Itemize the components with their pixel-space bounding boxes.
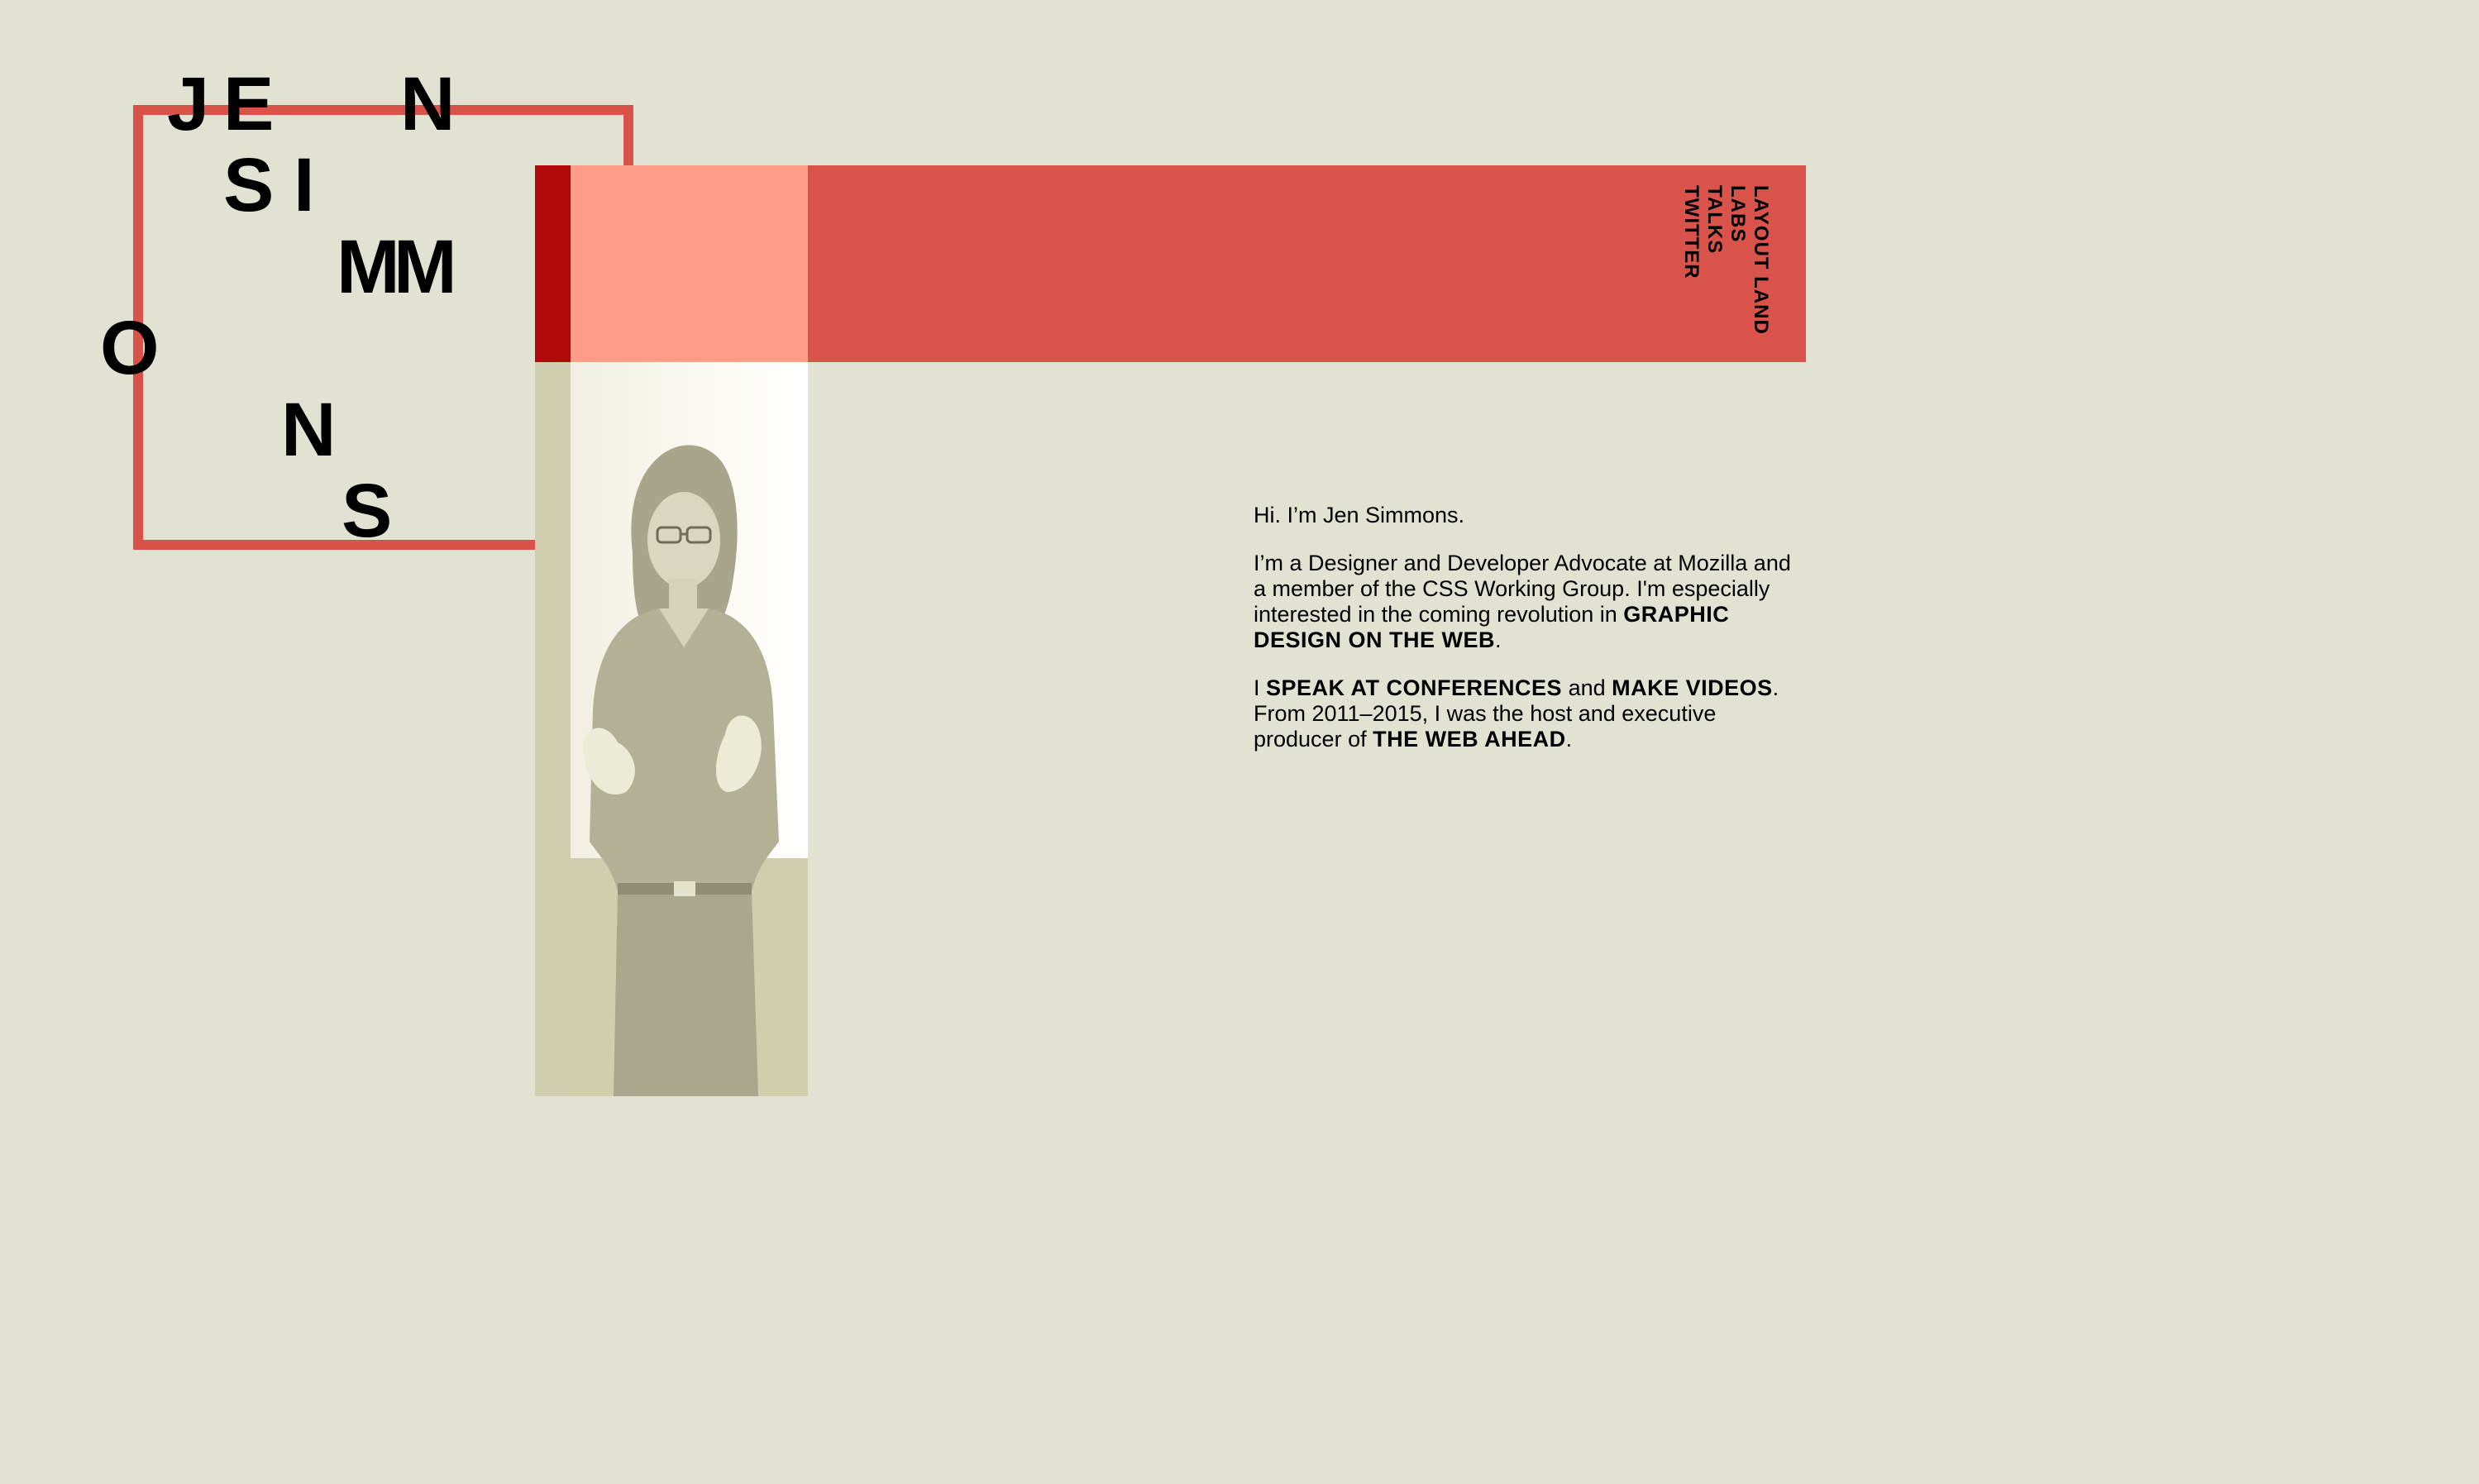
header-banner	[535, 165, 1806, 362]
logo-letter-i: I	[294, 143, 315, 227]
nav-item-talks[interactable]: TALKS	[1703, 185, 1726, 342]
logo-letter-e: E	[223, 62, 275, 146]
work-text-and: and	[1562, 675, 1612, 700]
logo-letter-m: M	[394, 225, 457, 309]
greeting-text: Hi. I’m Jen Simmons.	[1254, 503, 1465, 527]
bio-period: .	[1495, 627, 1502, 652]
page: J E N S I M M O N S LAYOUT LAND LABS TAL…	[0, 0, 2479, 1484]
work-text-start: I	[1254, 675, 1267, 700]
speak-at-conferences-link[interactable]: SPEAK AT CONFERENCES	[1266, 675, 1562, 700]
logo-letter-s: S	[342, 469, 393, 553]
nav-item-twitter[interactable]: TWITTER	[1680, 185, 1703, 342]
main-nav: LAYOUT LAND LABS TALKS TWITTER	[1677, 185, 1772, 342]
make-videos-link[interactable]: MAKE VIDEOS	[1612, 675, 1773, 700]
banner-light-strip	[571, 165, 808, 362]
nav-item-labs[interactable]: LABS	[1727, 185, 1749, 342]
logo-letter-s: S	[223, 143, 275, 227]
person-silhouette	[583, 445, 779, 1096]
logo-letter-o: O	[100, 306, 160, 390]
logo-letter-m: M	[337, 225, 400, 309]
greeting: Hi. I’m Jen Simmons.	[1254, 503, 1808, 528]
intro-text: Hi. I’m Jen Simmons. I’m a Designer and …	[1254, 503, 1808, 775]
logo-letter-n: N	[281, 388, 337, 472]
work-paragraph: I SPEAK AT CONFERENCES and MAKE VIDEOS. …	[1254, 675, 1808, 752]
nav-item-layout-land[interactable]: LAYOUT LAND	[1750, 185, 1772, 342]
banner-dark-strip	[535, 165, 571, 362]
logo-letter-j: J	[167, 62, 210, 146]
bio-paragraph: I’m a Designer and Developer Advocate at…	[1254, 551, 1808, 653]
portrait-photo	[535, 362, 808, 1096]
logo-letter-n: N	[400, 62, 456, 146]
the-web-ahead-link[interactable]: THE WEB AHEAD	[1373, 727, 1566, 752]
work-period: .	[1565, 727, 1573, 752]
